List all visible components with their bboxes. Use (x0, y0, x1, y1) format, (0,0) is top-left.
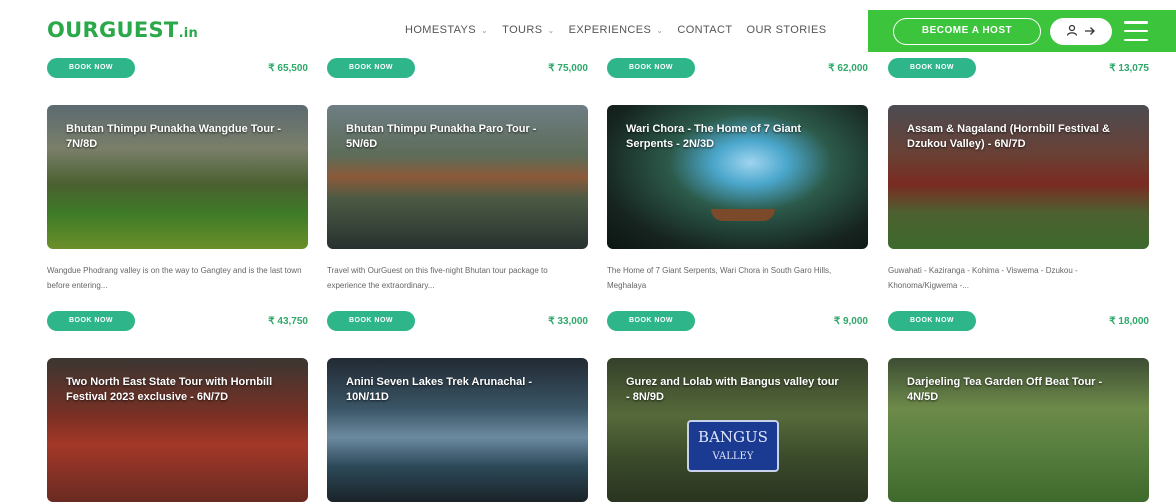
tour-title[interactable]: Assam & Nagaland (Hornbill Festival & Dz… (907, 122, 1125, 152)
tour-description: The Home of 7 Giant Serpents, Wari Chora… (607, 266, 832, 290)
tour-title[interactable]: Wari Chora - The Home of 7 Giant Serpent… (626, 122, 844, 152)
sign-line-1: BANGUS (698, 428, 768, 446)
site-header: OURGUEST.in HOMESTAYS ⌄ TOURS ⌄ EXPERIENCE… (0, 0, 1176, 58)
price-row: BOOK NOW ₹ 13,075 (888, 57, 1149, 79)
nav-homestays[interactable]: HOMESTAYS ⌄ (405, 24, 488, 36)
nav-label: TOURS (502, 24, 543, 36)
tour-title[interactable]: Bhutan Thimpu Punakha Wangdue Tour - 7N/… (66, 122, 284, 152)
chevron-down-icon: ⌄ (656, 25, 664, 35)
tour-price: ₹ 43,750 (268, 315, 308, 327)
tour-price: ₹ 65,500 (268, 62, 308, 74)
become-host-button[interactable]: BECOME A HOST (893, 18, 1041, 45)
tour-card-image[interactable]: BANGUS VALLEY Gurez and Lolab with Bangu… (607, 358, 868, 502)
tour-price: ₹ 75,000 (548, 62, 588, 74)
tour-card-image[interactable]: Wari Chora - The Home of 7 Giant Serpent… (607, 105, 868, 249)
user-login-button[interactable] (1050, 18, 1112, 45)
book-now-button[interactable]: BOOK NOW (888, 311, 976, 331)
nav-contact[interactable]: CONTACT (677, 24, 732, 36)
tour-title[interactable]: Gurez and Lolab with Bangus valley tour … (626, 375, 844, 405)
tour-price: ₹ 9,000 (833, 315, 868, 327)
nav-tours[interactable]: TOURS ⌄ (502, 24, 554, 36)
tour-title[interactable]: Bhutan Thimpu Punakha Paro Tour - 5N/6D (346, 122, 564, 152)
book-now-button[interactable]: BOOK NOW (327, 58, 415, 78)
sign-line-2: VALLEY (712, 451, 754, 462)
tour-card-image[interactable]: Bhutan Thimpu Punakha Paro Tour - 5N/6D (327, 105, 588, 249)
tour-price: ₹ 33,000 (548, 315, 588, 327)
price-row: BOOK NOW ₹ 43,750 (47, 310, 308, 332)
book-now-button[interactable]: BOOK NOW (47, 58, 135, 78)
logo-tld: .in (178, 26, 199, 41)
tour-card-image[interactable]: Two North East State Tour with Hornbill … (47, 358, 308, 502)
arrow-right-icon (1084, 25, 1096, 39)
tour-price: ₹ 13,075 (1109, 62, 1149, 74)
tour-card-image[interactable]: Anini Seven Lakes Trek Arunachal - 10N/1… (327, 358, 588, 502)
book-now-button[interactable]: BOOK NOW (47, 311, 135, 331)
price-row: BOOK NOW ₹ 65,500 (47, 57, 308, 79)
user-icon (1066, 24, 1078, 39)
tour-card-image[interactable]: Darjeeling Tea Garden Off Beat Tour - 4N… (888, 358, 1149, 502)
chevron-down-icon: ⌄ (547, 25, 555, 35)
nav-label: EXPERIENCES (568, 24, 652, 36)
site-logo[interactable]: OURGUEST.in (47, 18, 198, 42)
tour-title[interactable]: Two North East State Tour with Hornbill … (66, 375, 284, 405)
tour-description: Wangdue Phodrang valley is on the way to… (47, 266, 302, 290)
price-row: BOOK NOW ₹ 18,000 (888, 310, 1149, 332)
nav-our-stories[interactable]: OUR STORIES (747, 24, 827, 36)
tour-price: ₹ 18,000 (1109, 315, 1149, 327)
book-now-button[interactable]: BOOK NOW (888, 58, 976, 78)
tour-title[interactable]: Darjeeling Tea Garden Off Beat Tour - 4N… (907, 375, 1125, 405)
tour-description: Travel with OurGuest on this five-night … (327, 266, 548, 290)
tour-price: ₹ 62,000 (828, 62, 868, 74)
book-now-button[interactable]: BOOK NOW (607, 58, 695, 78)
main-nav: HOMESTAYS ⌄ TOURS ⌄ EXPERIENCES ⌄ CONTACT O… (405, 24, 827, 36)
boat-image (711, 209, 775, 221)
nav-label: CONTACT (677, 24, 733, 36)
nav-experiences[interactable]: EXPERIENCES ⌄ (569, 24, 664, 36)
price-row: BOOK NOW ₹ 9,000 (607, 310, 868, 332)
bangus-valley-sign: BANGUS VALLEY (687, 420, 779, 472)
tour-description: Guwahati - Kaziranga - Kohima - Viswema … (888, 266, 1078, 290)
tour-card-image[interactable]: Bhutan Thimpu Punakha Wangdue Tour - 7N/… (47, 105, 308, 249)
price-row: BOOK NOW ₹ 75,000 (327, 57, 588, 79)
nav-label: OUR STORIES (746, 24, 827, 36)
tour-title[interactable]: Anini Seven Lakes Trek Arunachal - 10N/1… (346, 375, 564, 405)
hamburger-menu-icon[interactable] (1124, 21, 1148, 41)
logo-main: OURGUEST (47, 18, 179, 42)
book-now-button[interactable]: BOOK NOW (607, 311, 695, 331)
price-row: BOOK NOW ₹ 33,000 (327, 310, 588, 332)
price-row: BOOK NOW ₹ 62,000 (607, 57, 868, 79)
nav-label: HOMESTAYS (405, 24, 477, 36)
tour-card-image[interactable]: Assam & Nagaland (Hornbill Festival & Dz… (888, 105, 1149, 249)
book-now-button[interactable]: BOOK NOW (327, 311, 415, 331)
chevron-down-icon: ⌄ (481, 25, 489, 35)
